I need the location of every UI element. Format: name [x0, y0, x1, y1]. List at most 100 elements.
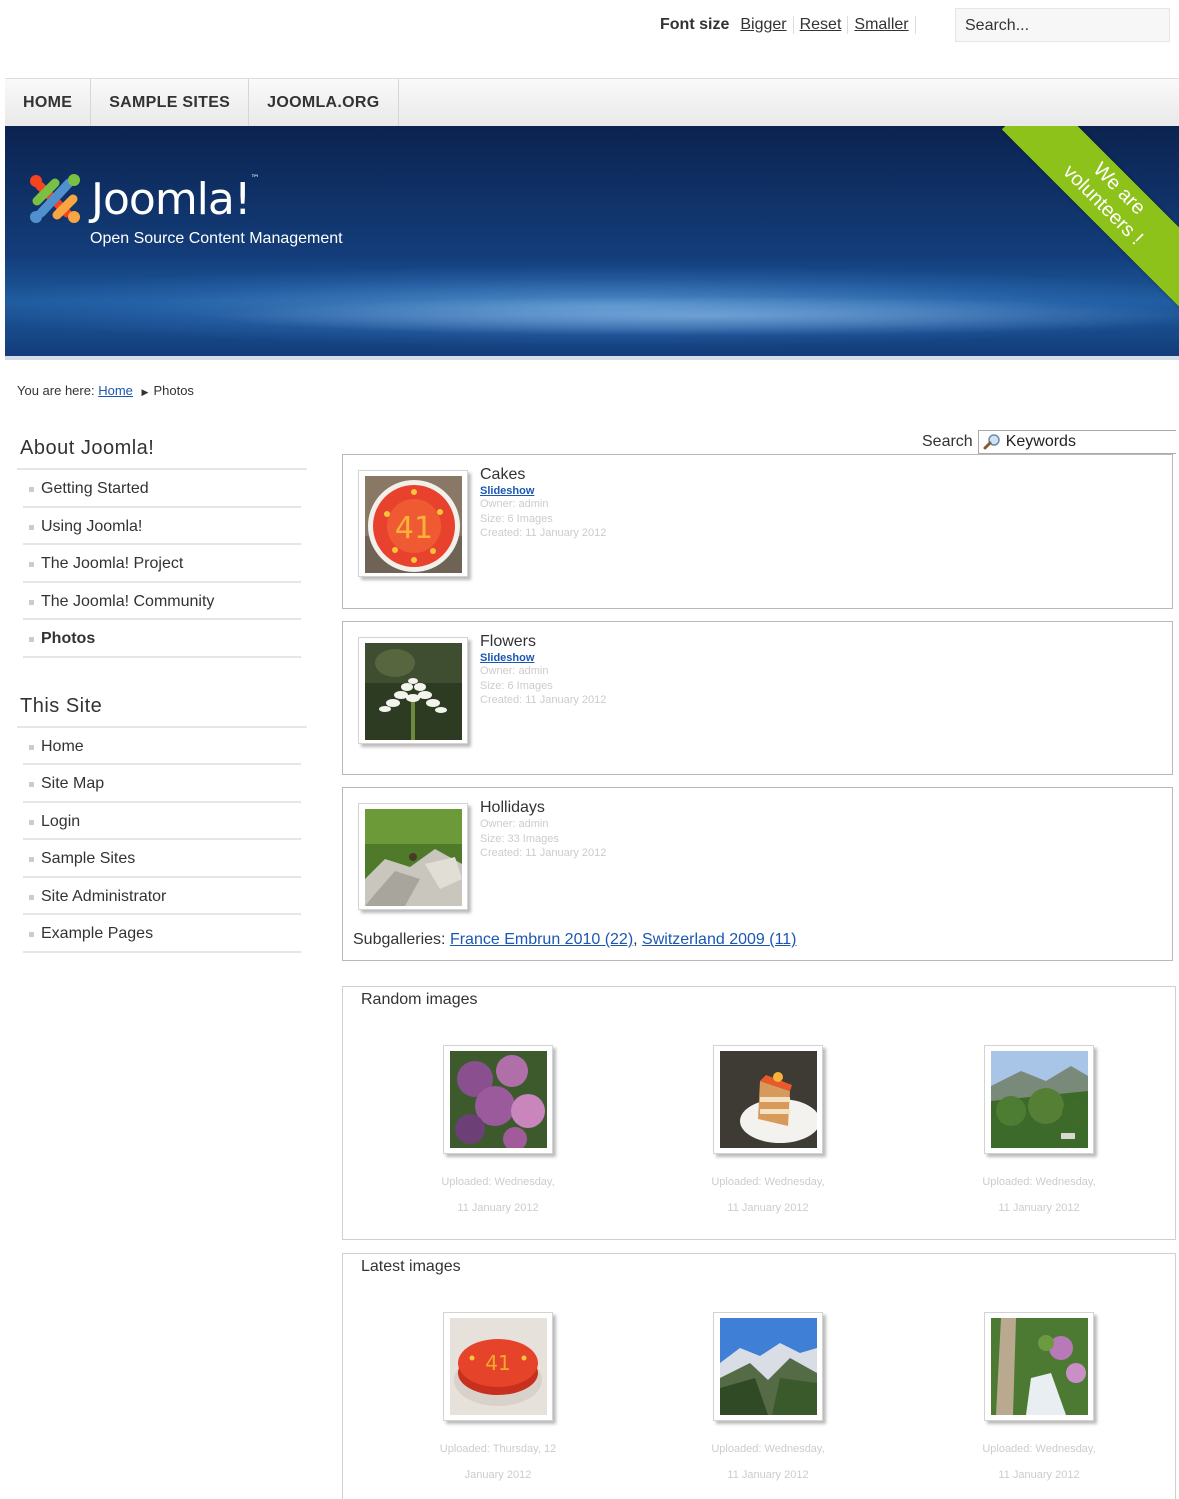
font-reset-link[interactable]: Reset — [794, 16, 849, 34]
image-caption: Uploaded: Wednesday, 11 January 2012 — [982, 1176, 1096, 1214]
gallery-flowers: Flowers Slideshow Owner: admin Size: 6 I… — [342, 621, 1173, 775]
gallery-hollidays: Hollidays Owner: admin Size: 33 Images C… — [342, 787, 1173, 961]
latest-image-item: 41 Uploaded: Thursday, 12 January 2012 — [423, 1312, 573, 1488]
garden-stream-image — [991, 1318, 1088, 1415]
slideshow-link[interactable]: Slideshow — [480, 485, 606, 497]
random-image-item: Uploaded: Wednesday, 11 January 2012 — [964, 1045, 1114, 1221]
image-caption: Uploaded: Wednesday, 11 January 2012 — [982, 1443, 1096, 1481]
random-image-item: Uploaded: Wednesday, 11 January 2012 — [693, 1045, 843, 1221]
menu-item-joomla-project[interactable]: The Joomla! Project — [23, 545, 301, 583]
about-joomla-title: About Joomla! — [17, 433, 307, 470]
main-nav: HOME SAMPLE SITES JOOMLA.ORG — [5, 78, 1179, 127]
hydrangea-image — [450, 1051, 547, 1148]
subgallery-link-france[interactable]: France Embrun 2010 (22) — [450, 931, 633, 948]
menu-item-joomla-community[interactable]: The Joomla! Community — [23, 583, 301, 620]
gallery-created: Created: 11 January 2012 — [480, 847, 607, 859]
breadcrumb-home-link[interactable]: Home — [98, 383, 133, 398]
breadcrumb: You are here: Home ▶ Photos — [17, 383, 194, 398]
search-icon — [983, 434, 1000, 450]
image-caption: Uploaded: Wednesday, 11 January 2012 — [441, 1176, 555, 1214]
subgalleries: Subgalleries: France Embrun 2010 (22), S… — [353, 931, 797, 948]
flowers-image — [365, 643, 462, 740]
menu-item-login[interactable]: Login — [23, 803, 301, 840]
random-images-title: Random images — [361, 991, 478, 1008]
hollidays-image — [365, 809, 462, 906]
subgallery-link-switzerland[interactable]: Switzerland 2009 (11) — [642, 931, 796, 948]
svg-text:41: 41 — [395, 511, 433, 546]
font-smaller-link[interactable]: Smaller — [848, 16, 916, 34]
gallery-title[interactable]: Flowers — [480, 633, 606, 651]
sidebar: About Joomla! Getting Started Using Joom… — [17, 433, 307, 953]
forest-image — [991, 1051, 1088, 1148]
latest-images-panel: Latest images 41 Uploaded: Thursday, 12 … — [342, 1253, 1176, 1499]
gallery-owner: Owner: admin — [480, 498, 549, 510]
gallery-created: Created: 11 January 2012 — [480, 527, 607, 539]
menu-item-home[interactable]: Home — [23, 728, 301, 765]
gallery-thumbnail[interactable] — [358, 637, 468, 744]
menu-item-getting-started[interactable]: Getting Started — [23, 470, 301, 508]
cake-image: 41 — [365, 476, 462, 573]
breadcrumb-current: Photos — [153, 383, 194, 398]
gallery-info: Hollidays Owner: admin Size: 33 Images C… — [480, 799, 606, 861]
subgalleries-label: Subgalleries: — [353, 931, 446, 948]
this-site-title: This Site — [17, 691, 307, 728]
gallery-created: Created: 11 January 2012 — [480, 694, 607, 706]
gallery-size: Size: 6 Images — [480, 679, 553, 692]
menu-item-using-joomla[interactable]: Using Joomla! — [23, 508, 301, 545]
gallery-cakes: 41 Cakes Slideshow Owner: admin Size: 6 … — [342, 454, 1173, 609]
latest-image-item: Uploaded: Wednesday, 11 January 2012 — [964, 1312, 1114, 1488]
logo-tagline: Open Source Content Management — [90, 230, 343, 247]
image-thumbnail[interactable] — [984, 1045, 1094, 1154]
image-thumbnail[interactable] — [443, 1045, 553, 1154]
gallery-search-label: Search — [922, 433, 973, 450]
gallery-search: Search Keywords — [922, 430, 1176, 454]
font-size-label: Font size — [660, 16, 730, 33]
logo-text: Joomla!™ — [91, 174, 260, 225]
image-thumbnail[interactable] — [713, 1312, 823, 1421]
menu-item-site-administrator[interactable]: Site Administrator — [23, 878, 301, 915]
menu-item-example-pages[interactable]: Example Pages — [23, 915, 301, 953]
font-size-controls: Font size Bigger Reset Smaller — [660, 16, 916, 34]
font-bigger-link[interactable]: Bigger — [740, 16, 794, 34]
joomla-logo-icon — [30, 174, 80, 223]
this-site-menu: Home Site Map Login Sample Sites Site Ad… — [23, 728, 301, 953]
breadcrumb-prefix: You are here: — [17, 383, 95, 398]
nav-item-sample-sites[interactable]: SAMPLE SITES — [91, 79, 250, 127]
nav-item-home[interactable]: HOME — [5, 79, 92, 127]
gallery-info: Flowers Slideshow Owner: admin Size: 6 I… — [480, 633, 606, 708]
image-thumbnail[interactable] — [713, 1045, 823, 1154]
site-search-input[interactable]: Search... — [955, 8, 1170, 42]
image-caption: Uploaded: Wednesday, 11 January 2012 — [711, 1443, 825, 1481]
gallery-info: Cakes Slideshow Owner: admin Size: 6 Ima… — [480, 466, 606, 541]
gallery-search-input[interactable]: Keywords — [977, 430, 1176, 454]
latest-images-title: Latest images — [361, 1258, 461, 1275]
random-images-panel: Random images Uploaded: Wednesday, 11 Ja… — [342, 986, 1176, 1240]
gallery-size: Size: 6 Images — [480, 512, 553, 525]
gallery-owner: Owner: admin — [480, 665, 549, 677]
gallery-size: Size: 33 Images — [480, 832, 559, 845]
menu-item-sample-sites[interactable]: Sample Sites — [23, 840, 301, 878]
image-thumbnail[interactable]: 41 — [443, 1312, 553, 1421]
random-image-item: Uploaded: Wednesday, 11 January 2012 — [423, 1045, 573, 1221]
top-bar: Font size Bigger Reset Smaller Search... — [0, 0, 1179, 60]
image-thumbnail[interactable] — [984, 1312, 1094, 1421]
gallery-title[interactable]: Cakes — [480, 466, 606, 484]
nav-item-joomla-org[interactable]: JOOMLA.ORG — [249, 79, 399, 127]
birthday-cake-image: 41 — [450, 1318, 547, 1415]
image-caption: Uploaded: Thursday, 12 January 2012 — [439, 1443, 557, 1481]
gallery-thumbnail[interactable] — [358, 803, 468, 910]
about-joomla-menu: Getting Started Using Joomla! The Joomla… — [23, 470, 301, 658]
breadcrumb-arrow-icon: ▶ — [141, 387, 149, 397]
header-banner: Joomla!™ Open Source Content Management … — [5, 126, 1179, 360]
image-caption: Uploaded: Wednesday, 11 January 2012 — [711, 1176, 825, 1214]
latest-image-item: Uploaded: Wednesday, 11 January 2012 — [693, 1312, 843, 1488]
gallery-thumbnail[interactable]: 41 — [358, 470, 468, 577]
gallery-owner: Owner: admin — [480, 818, 549, 830]
menu-item-site-map[interactable]: Site Map — [23, 765, 301, 803]
menu-item-photos[interactable]: Photos — [23, 620, 301, 658]
cake-slice-image — [720, 1051, 817, 1148]
gallery-title[interactable]: Hollidays — [480, 799, 606, 817]
valley-image — [720, 1318, 817, 1415]
slideshow-link[interactable]: Slideshow — [480, 652, 606, 664]
svg-text:41: 41 — [485, 1351, 510, 1375]
